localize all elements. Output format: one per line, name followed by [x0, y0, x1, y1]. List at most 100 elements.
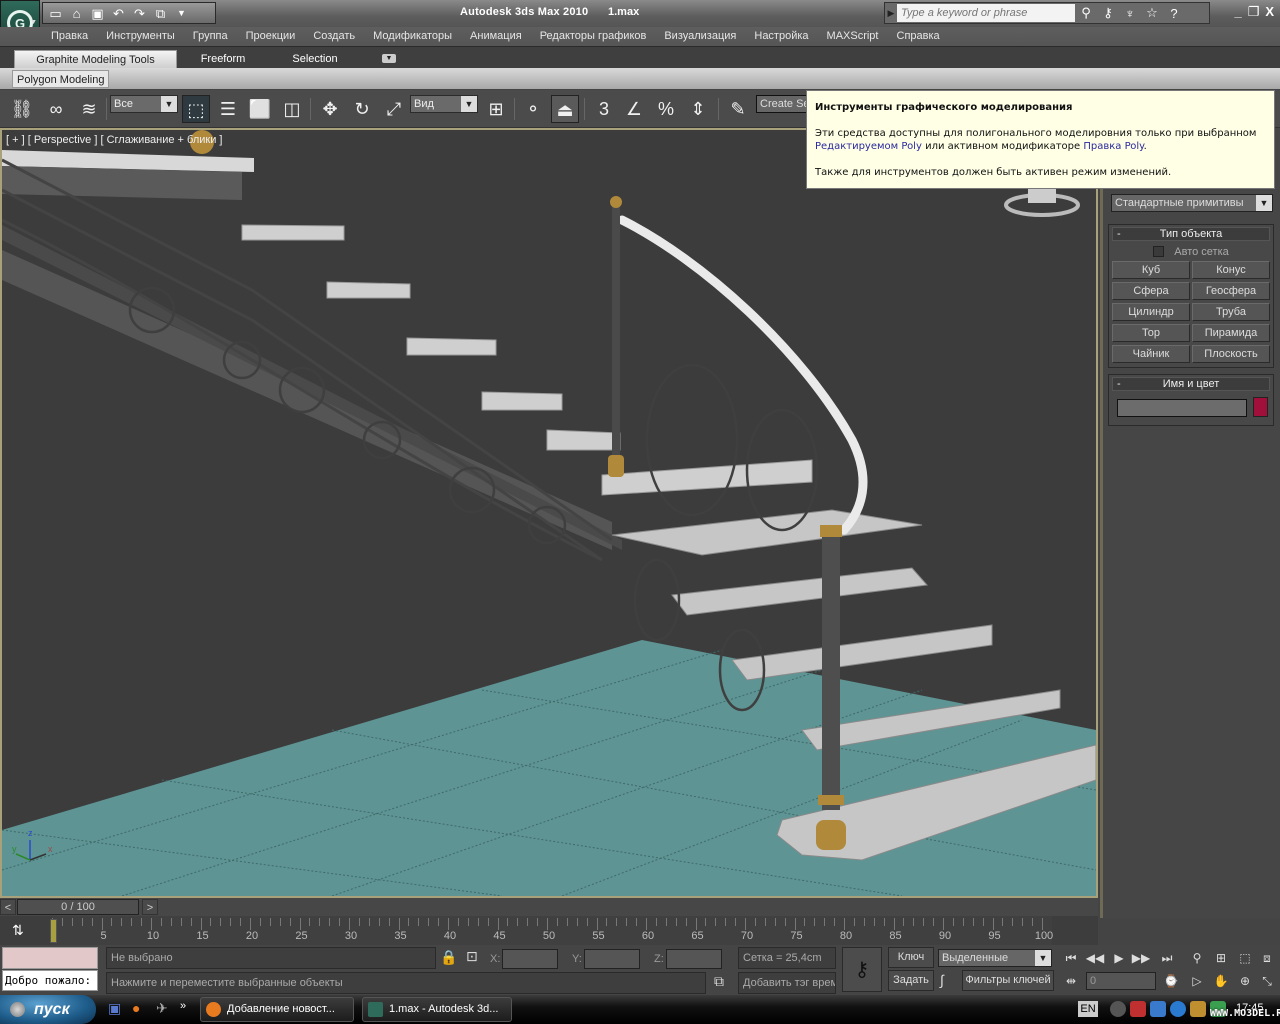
select-and-rotate-icon[interactable]: ↻ — [348, 95, 376, 123]
name-color-header[interactable]: - Имя и цвет — [1112, 377, 1270, 391]
editable-poly-link[interactable]: Редактируемом Poly — [815, 141, 922, 152]
track-ruler[interactable]: 0510152025303540455055606570758085909510… — [51, 916, 1053, 945]
object-color-swatch[interactable] — [1253, 397, 1268, 417]
minimize-icon[interactable]: _ — [1234, 4, 1241, 20]
tray-expand-icon[interactable] — [1110, 1001, 1126, 1017]
open-icon[interactable]: ⌂ — [69, 6, 84, 21]
current-frame-marker[interactable] — [50, 919, 57, 943]
undo-icon[interactable]: ↶ — [111, 6, 126, 21]
zoom-all-icon[interactable]: ⊞ — [1210, 949, 1232, 967]
primitive-category-dropdown[interactable]: Стандартные примитивы ▼ — [1111, 194, 1273, 212]
select-and-move-icon[interactable]: ✥ — [316, 95, 344, 123]
tab-selection[interactable]: Selection — [280, 50, 350, 68]
window-crossing-icon[interactable]: ◫ — [278, 95, 306, 123]
tray-app-icon[interactable] — [1130, 1001, 1146, 1017]
set-key-button[interactable]: Задать — [888, 970, 934, 991]
track-bar[interactable]: ⇅ 05101520253035404550556065707580859095… — [0, 916, 1098, 945]
maxscript-listener-output[interactable] — [2, 947, 98, 969]
save-quicklaunch-icon[interactable]: ▣ — [108, 1000, 121, 1017]
box-button[interactable]: Куб — [1112, 261, 1190, 279]
z-coordinate-input[interactable] — [666, 949, 722, 969]
next-frame-button[interactable]: > — [142, 899, 158, 915]
cone-button[interactable]: Конус — [1192, 261, 1270, 279]
go-to-end-icon[interactable]: ⏭ — [1156, 949, 1178, 967]
previous-key-icon[interactable]: ◀◀ — [1084, 949, 1106, 967]
tab-freeform[interactable]: Freeform — [190, 50, 256, 68]
search-input[interactable] — [897, 4, 1075, 22]
reference-coordinate-dropdown[interactable]: Вид ▼ — [410, 95, 478, 113]
geosphere-button[interactable]: Геосфера — [1192, 282, 1270, 300]
save-icon[interactable]: ▣ — [90, 6, 105, 21]
snaps-toggle-icon[interactable]: 3 — [590, 95, 618, 123]
add-time-tag[interactable]: Добавить тэг врем — [738, 972, 836, 994]
menu-rendering[interactable]: Визуализация — [655, 27, 745, 46]
previous-frame-button[interactable]: < — [0, 899, 16, 915]
menu-create[interactable]: Создать — [304, 27, 364, 46]
play-icon[interactable]: ▶ — [1108, 949, 1130, 967]
start-button[interactable]: пуск — [0, 995, 96, 1024]
restore-icon[interactable]: ❐ — [1248, 4, 1260, 20]
plane-button[interactable]: Плоскость — [1192, 345, 1270, 363]
next-key-icon[interactable]: ▶▶ — [1130, 949, 1152, 967]
percent-snap-icon[interactable]: % — [652, 95, 680, 123]
cylinder-button[interactable]: Цилиндр — [1112, 303, 1190, 321]
select-and-scale-icon[interactable]: ⤢ — [380, 95, 408, 123]
autogrid-checkbox[interactable]: Авто сетка — [1109, 243, 1273, 261]
absolute-mode-icon[interactable]: ⊡ — [466, 948, 478, 965]
menu-edit[interactable]: Правка — [42, 27, 97, 46]
key-icon[interactable]: ⚷ — [1097, 5, 1119, 21]
menu-help[interactable]: Справка — [888, 27, 949, 46]
unlink-icon[interactable]: ∞ — [42, 95, 70, 123]
selection-filter-dropdown[interactable]: Все ▼ — [110, 95, 178, 113]
default-tangents-icon[interactable]: ∫ — [940, 972, 944, 988]
curve-editor-mini-icon[interactable]: ⇅ — [12, 922, 24, 939]
menu-maxscript[interactable]: MAXScript — [818, 27, 888, 46]
taskbar-item-3dsmax[interactable]: 1.max - Autodesk 3d... — [362, 997, 512, 1022]
project-folder-icon[interactable]: ⧉ — [153, 6, 168, 21]
key-mode-toggle-icon[interactable]: ⇹ — [1060, 972, 1082, 990]
qat-dropdown-icon[interactable]: ▼ — [174, 6, 189, 21]
set-key-icon[interactable]: ⚷ — [842, 947, 882, 992]
tab-graphite-modeling-tools[interactable]: Graphite Modeling Tools — [14, 50, 177, 68]
menu-customize[interactable]: Настройка — [745, 27, 817, 46]
pyramid-button[interactable]: Пирамида — [1192, 324, 1270, 342]
rectangular-selection-icon[interactable]: ⬜ — [246, 95, 274, 123]
binoculars-icon[interactable]: ⚲ — [1075, 5, 1097, 21]
perspective-viewport[interactable]: [ + ] [ Perspective ] [ Сглаживание + бл… — [0, 128, 1098, 898]
auto-key-button[interactable]: Ключ — [888, 947, 934, 968]
zoom-icon[interactable]: ⚲ — [1186, 949, 1208, 967]
menu-animation[interactable]: Анимация — [461, 27, 531, 46]
menu-modifiers[interactable]: Модификаторы — [364, 27, 461, 46]
pan-view-icon[interactable]: ✋ — [1210, 972, 1232, 990]
field-of-view-icon[interactable]: ▷ — [1186, 972, 1208, 990]
help-icon[interactable]: ? — [1163, 6, 1185, 21]
viewport-label[interactable]: [ + ] [ Perspective ] [ Сглаживание + бл… — [6, 134, 222, 146]
tube-button[interactable]: Труба — [1192, 303, 1270, 321]
ribbon-options-icon[interactable]: ▼ — [382, 54, 396, 63]
redo-icon[interactable]: ↷ — [132, 6, 147, 21]
firefox-quicklaunch-icon[interactable]: ● — [132, 1000, 140, 1016]
time-slider-thumb[interactable]: 0 / 100 — [17, 899, 139, 915]
angle-snap-icon[interactable]: ∠ — [620, 95, 648, 123]
manipulate-icon[interactable]: ⚬ — [519, 95, 547, 123]
skype-icon[interactable] — [1170, 1001, 1186, 1017]
time-configuration-icon[interactable]: ⌚ — [1160, 972, 1182, 990]
key-filters-button[interactable]: Фильтры ключей — [962, 970, 1054, 991]
menu-views[interactable]: Проекции — [237, 27, 305, 46]
app-quicklaunch-icon[interactable]: ✈ — [156, 1000, 168, 1017]
lock-selection-icon[interactable]: 🔒 — [440, 949, 457, 966]
menu-tools[interactable]: Инструменты — [97, 27, 184, 46]
select-and-link-icon[interactable]: ⛓ — [8, 95, 36, 123]
more-quicklaunch-icon[interactable]: » — [180, 1000, 186, 1012]
messenger-icon[interactable] — [1190, 1001, 1206, 1017]
edit-named-selection-icon[interactable]: ✎ — [724, 95, 752, 123]
key-mode-dropdown[interactable]: Выделенные ▼ — [938, 949, 1052, 967]
edit-poly-link[interactable]: Правка Poly — [1083, 141, 1143, 152]
sphere-button[interactable]: Сфера — [1112, 282, 1190, 300]
menu-graph-editors[interactable]: Редакторы графиков — [531, 27, 656, 46]
keyboard-shortcut-override-icon[interactable]: ⏏ — [551, 95, 579, 123]
expand-arrow-icon[interactable]: ▶ — [885, 8, 897, 19]
object-name-input[interactable] — [1117, 399, 1247, 417]
language-indicator[interactable]: EN — [1078, 1001, 1098, 1017]
select-by-name-icon[interactable]: ☰ — [214, 95, 242, 123]
